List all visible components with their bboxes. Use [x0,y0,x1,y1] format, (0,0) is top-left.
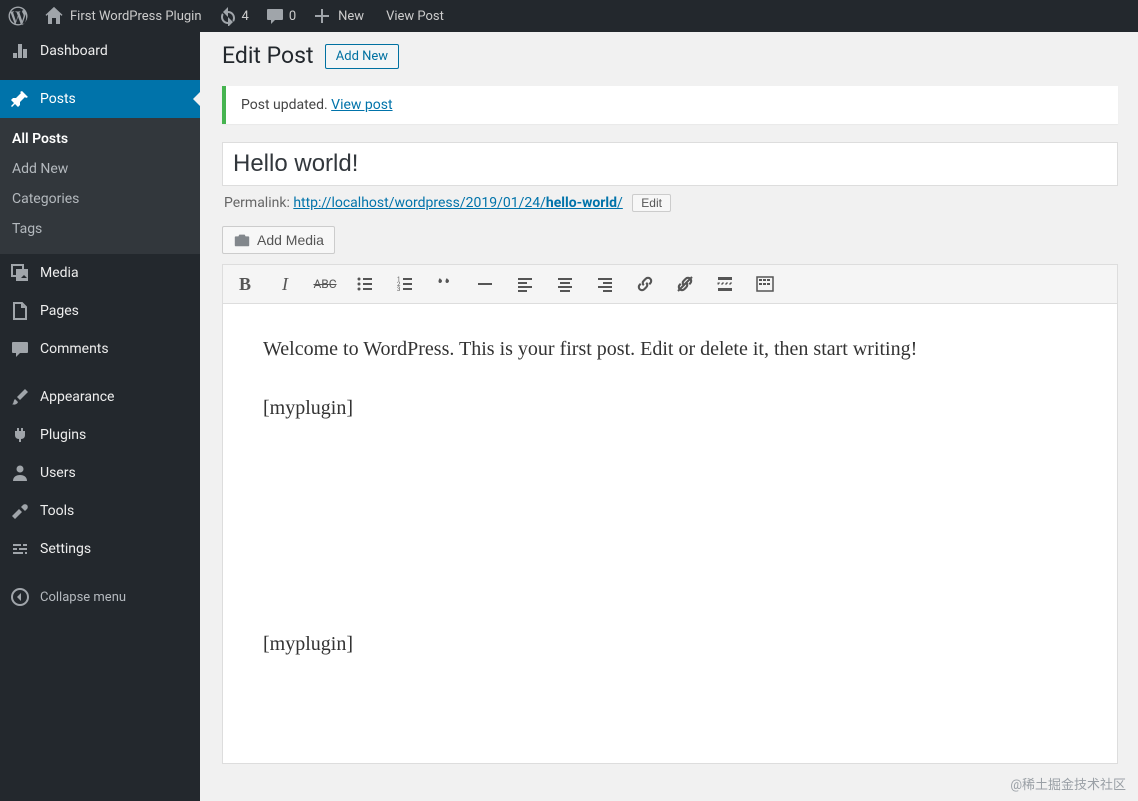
menu-pages[interactable]: Pages [0,292,200,330]
add-media-label: Add Media [257,232,324,248]
editor-paragraph: [myplugin] [263,629,1077,660]
editor-paragraph [263,452,1077,483]
bullet-list-button[interactable] [347,268,383,300]
comments-link[interactable]: 0 [257,0,304,32]
editor-paragraph [263,570,1077,601]
menu-media[interactable]: Media [0,254,200,292]
permalink-edit-button[interactable]: Edit [632,194,671,212]
svg-text:3: 3 [397,286,400,293]
add-media-button[interactable]: Add Media [222,226,335,254]
watermark: @稀土掘金技术社区 [1010,774,1126,793]
submenu-categories[interactable]: Categories [0,184,200,214]
menu-plugins-label: Plugins [40,427,86,443]
strikethrough-button[interactable]: ABC [307,268,343,300]
collapse-label: Collapse menu [40,590,126,605]
camera-icon [233,231,251,249]
unlink-button[interactable] [667,268,703,300]
toolbar-toggle-button[interactable] [747,268,783,300]
editor-paragraph: Welcome to WordPress. This is your first… [263,334,1077,365]
menu-posts[interactable]: Posts [0,80,200,118]
page-title: Edit Post [222,42,314,69]
italic-button[interactable]: I [267,268,303,300]
notice-view-post-link[interactable]: View post [331,97,392,113]
submenu-tags[interactable]: Tags [0,214,200,244]
wordpress-logo-icon [8,6,28,26]
permalink-label: Permalink: [224,195,293,211]
admin-sidebar: Dashboard Posts All Posts Add New Catego… [0,32,200,801]
menu-settings-label: Settings [40,541,91,557]
permalink-row: Permalink: http://localhost/wordpress/20… [222,186,1118,226]
plug-icon [10,425,30,445]
wp-logo-menu[interactable] [0,0,36,32]
menu-comments-label: Comments [40,341,109,357]
menu-settings[interactable]: Settings [0,530,200,568]
align-center-button[interactable] [547,268,583,300]
editor-content[interactable]: Welcome to WordPress. This is your first… [222,304,1118,764]
comment-icon [265,6,285,26]
collapse-icon [10,587,30,607]
menu-dashboard-label: Dashboard [40,43,108,59]
menu-pages-label: Pages [40,303,79,319]
editor-paragraph: [myplugin] [263,393,1077,424]
bold-button[interactable]: B [227,268,263,300]
content-area: Edit Post Add New Post updated. View pos… [200,32,1138,801]
numbered-list-button[interactable]: 123 [387,268,423,300]
menu-media-label: Media [40,265,79,281]
blockquote-button[interactable] [427,268,463,300]
menu-tools[interactable]: Tools [0,492,200,530]
plus-icon [312,6,332,26]
user-icon [10,463,30,483]
wrench-icon [10,501,30,521]
collapse-menu[interactable]: Collapse menu [0,578,200,616]
align-left-button[interactable] [507,268,543,300]
editor-paragraph [263,511,1077,542]
view-post-label: View Post [386,9,444,24]
page-icon [10,301,30,321]
home-icon [44,6,64,26]
comment-icon [10,339,30,359]
menu-tools-label: Tools [40,503,74,519]
admin-toolbar: First WordPress Plugin 4 0 New View Post [0,0,1138,32]
view-post-link[interactable]: View Post [372,0,452,32]
brush-icon [10,387,30,407]
horizontal-rule-button[interactable] [467,268,503,300]
menu-users-label: Users [40,465,76,481]
notice-updated: Post updated. View post [222,86,1118,124]
new-content-link[interactable]: New [304,0,372,32]
dashboard-icon [10,41,30,61]
comments-count: 0 [289,9,296,24]
updates-count: 4 [242,9,249,24]
align-right-button[interactable] [587,268,623,300]
read-more-button[interactable] [707,268,743,300]
update-icon [218,6,238,26]
notice-text: Post updated. [241,97,331,113]
menu-plugins[interactable]: Plugins [0,416,200,454]
link-button[interactable] [627,268,663,300]
post-title-input[interactable] [222,142,1118,186]
add-new-button[interactable]: Add New [325,44,399,69]
sliders-icon [10,539,30,559]
menu-dashboard[interactable]: Dashboard [0,32,200,70]
menu-users[interactable]: Users [0,454,200,492]
menu-appearance[interactable]: Appearance [0,378,200,416]
submenu-all-posts[interactable]: All Posts [0,124,200,154]
submenu-add-new[interactable]: Add New [0,154,200,184]
menu-posts-label: Posts [40,91,76,107]
permalink-link[interactable]: http://localhost/wordpress/2019/01/24/he… [293,195,623,211]
media-icon [10,263,30,283]
new-label: New [338,9,364,24]
pin-icon [10,89,30,109]
menu-comments[interactable]: Comments [0,330,200,368]
site-name-label: First WordPress Plugin [70,9,202,24]
submenu-posts: All Posts Add New Categories Tags [0,118,200,254]
site-name-link[interactable]: First WordPress Plugin [36,0,210,32]
menu-appearance-label: Appearance [40,389,114,405]
updates-link[interactable]: 4 [210,0,257,32]
editor-toolbar: B I ABC 123 [222,264,1118,304]
